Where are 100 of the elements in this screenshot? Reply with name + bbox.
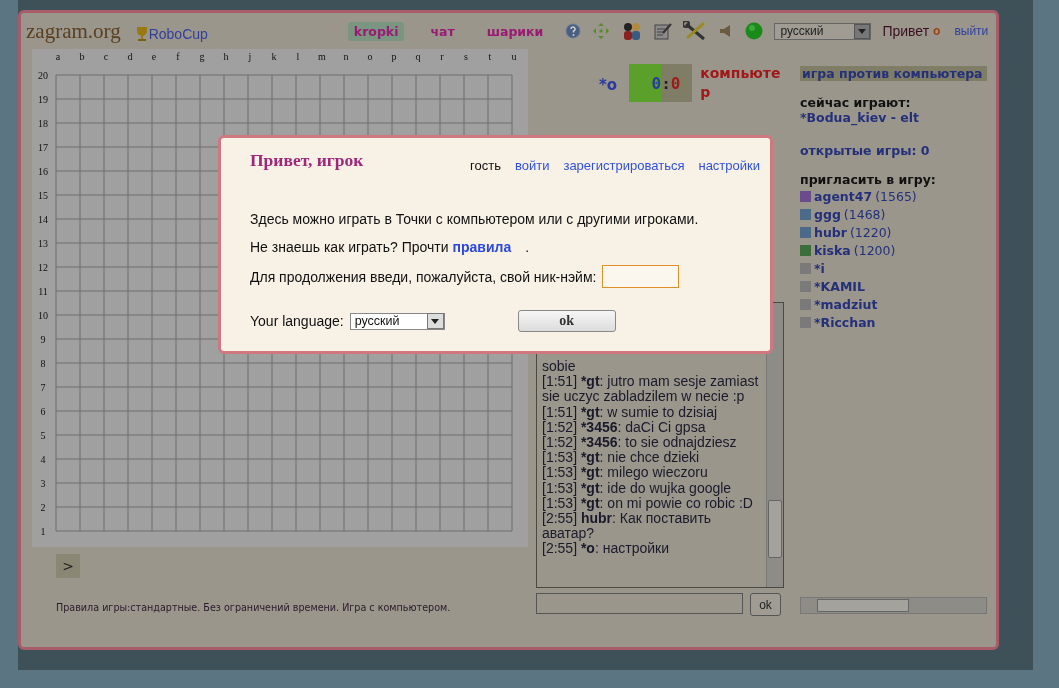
chat-message: [2:55] hubr: Как поставить аватар? <box>542 511 713 542</box>
dialog-title: Привет, игрок <box>250 150 364 172</box>
column-label: p <box>391 51 397 62</box>
column-label: a <box>55 51 61 62</box>
intro-text: Здесь можно играть в Точки с компьютером или с другими игроками. <box>250 211 700 227</box>
player-name[interactable]: *i <box>814 260 825 276</box>
player-rating: (1220) <box>849 224 892 240</box>
row-label: 17 <box>38 142 48 153</box>
row-label: 13 <box>38 238 48 249</box>
player-name[interactable]: hubr <box>814 224 847 240</box>
chat-message: [1:52] *3456: daCi Ci gpsa <box>542 419 706 435</box>
account-link[interactable]: войти <box>514 158 550 173</box>
site-logo[interactable]: zagram.org <box>26 18 121 44</box>
column-label: l <box>296 51 300 62</box>
rules-link[interactable]: правила <box>452 239 512 255</box>
account-link[interactable]: гость <box>470 158 501 173</box>
game-mode-title: игра против компьютера <box>800 66 987 81</box>
row-label: 16 <box>38 166 48 177</box>
player-name[interactable]: agent47 <box>814 188 873 204</box>
row-label: 5 <box>40 430 46 441</box>
player-name: *o <box>599 76 618 94</box>
chat-input[interactable] <box>536 593 743 614</box>
scrollbar[interactable] <box>766 303 783 587</box>
row-label: 19 <box>38 94 48 105</box>
opponent-score: 0 <box>670 73 681 93</box>
column-label: k <box>271 51 277 62</box>
open-games-link[interactable]: открытые игры: 0 <box>800 143 987 158</box>
row-label: 6 <box>40 406 46 417</box>
player-name[interactable]: *Ricchan <box>814 314 876 330</box>
opponent-name: компьютер <box>700 64 782 102</box>
caret-icon <box>431 318 440 324</box>
trophy-icon <box>134 26 149 42</box>
column-label: r <box>440 51 444 62</box>
column-label: n <box>343 51 349 62</box>
column-label: c <box>103 51 109 62</box>
account-link[interactable]: настройки <box>698 158 760 173</box>
chat-message: [2:55] *o: настройки <box>542 541 670 557</box>
chat-message: [1:52] *3456: to sie odnajdziesz <box>542 435 738 451</box>
chat-message: [1:53] *gt: milego wieczoru <box>542 465 709 481</box>
column-label: s <box>464 51 468 62</box>
row-label: 7 <box>40 382 46 393</box>
nav-tab[interactable]: kropki <box>347 21 405 41</box>
account-link[interactable]: зарегистрироваться <box>563 158 685 173</box>
player-name[interactable]: *madziut <box>814 296 878 312</box>
scrollbar[interactable] <box>800 597 987 614</box>
column-label: u <box>511 51 517 62</box>
next-button[interactable]: > <box>56 554 80 578</box>
chat-message: [1:53] *gt: ide do wujka google <box>542 480 733 496</box>
row-label: 2 <box>40 502 46 513</box>
column-label: g <box>199 51 205 62</box>
column-label: h <box>223 51 229 62</box>
game-link[interactable]: *Bodua_kiev - elt <box>800 110 987 125</box>
column-label: b <box>79 51 85 62</box>
chat-message: [1:51] *gt: w sumie to dzisiaj <box>542 404 719 420</box>
player-score: 0 <box>629 64 662 102</box>
row-label: 10 <box>38 310 48 321</box>
greeting: Привет <box>882 23 930 39</box>
column-label: q <box>415 51 421 62</box>
nav-tab[interactable]: чат <box>424 21 461 41</box>
nav-tab[interactable]: шарики <box>480 21 550 41</box>
score-separator: : <box>661 73 671 93</box>
robocup-link[interactable]: RoboCup <box>148 26 208 42</box>
status-icon[interactable] <box>745 22 764 40</box>
row-label: 8 <box>40 358 46 369</box>
player-rating: (1468) <box>843 206 886 222</box>
language-select[interactable]: русский <box>349 312 445 330</box>
row-label: 14 <box>38 214 48 225</box>
nickname-field[interactable] <box>602 265 680 288</box>
row-label: 1 <box>40 526 46 537</box>
language-select[interactable]: русский <box>774 22 872 40</box>
chat-message: [1:51] *gt: jutro mam sesje zamiast sie uczyc zabladzilem w necie :p <box>542 374 760 405</box>
row-label: 4 <box>40 454 46 465</box>
help-icon[interactable] <box>565 23 582 39</box>
game-rules-text: Правила игры:стандартные. Без ограничений времени. Игра с компьютером. <box>56 602 452 613</box>
user-name: o <box>933 24 941 38</box>
playing-heading: сейчас играют: <box>800 95 912 110</box>
language-label: Your language: <box>250 313 344 329</box>
player-name[interactable]: ggg <box>814 206 841 222</box>
rules-prompt: Не знаешь как играть? Прочти правила . <box>250 239 531 255</box>
invite-heading: пригласить в игру: <box>800 172 937 187</box>
column-label: t <box>488 51 492 62</box>
row-label: 15 <box>38 190 48 201</box>
player-name[interactable]: *KAMIL <box>814 278 865 294</box>
column-label: m <box>318 51 326 62</box>
chat-message: [1:53] *gt: on mi powie co robic :D <box>542 495 754 512</box>
ok-button[interactable]: ok <box>517 310 616 332</box>
tools-icon[interactable] <box>683 21 708 41</box>
caret-icon <box>858 28 867 34</box>
row-label: 11 <box>38 286 48 297</box>
chat-message: sobie <box>542 359 577 375</box>
column-label: o <box>367 51 373 62</box>
edit-icon[interactable] <box>654 22 673 40</box>
player-name[interactable]: kiska <box>814 242 851 258</box>
logout-link[interactable]: выйти <box>954 24 989 38</box>
player-rating: (1565) <box>875 188 917 204</box>
nickname-label: Для продолжения введи, пожалуйста, свой ник-нэйм: <box>250 268 597 285</box>
send-button[interactable]: ok <box>750 593 781 616</box>
player-rating: (1200) <box>853 242 896 258</box>
move-icon[interactable] <box>592 22 611 40</box>
row-label: 12 <box>38 262 48 273</box>
